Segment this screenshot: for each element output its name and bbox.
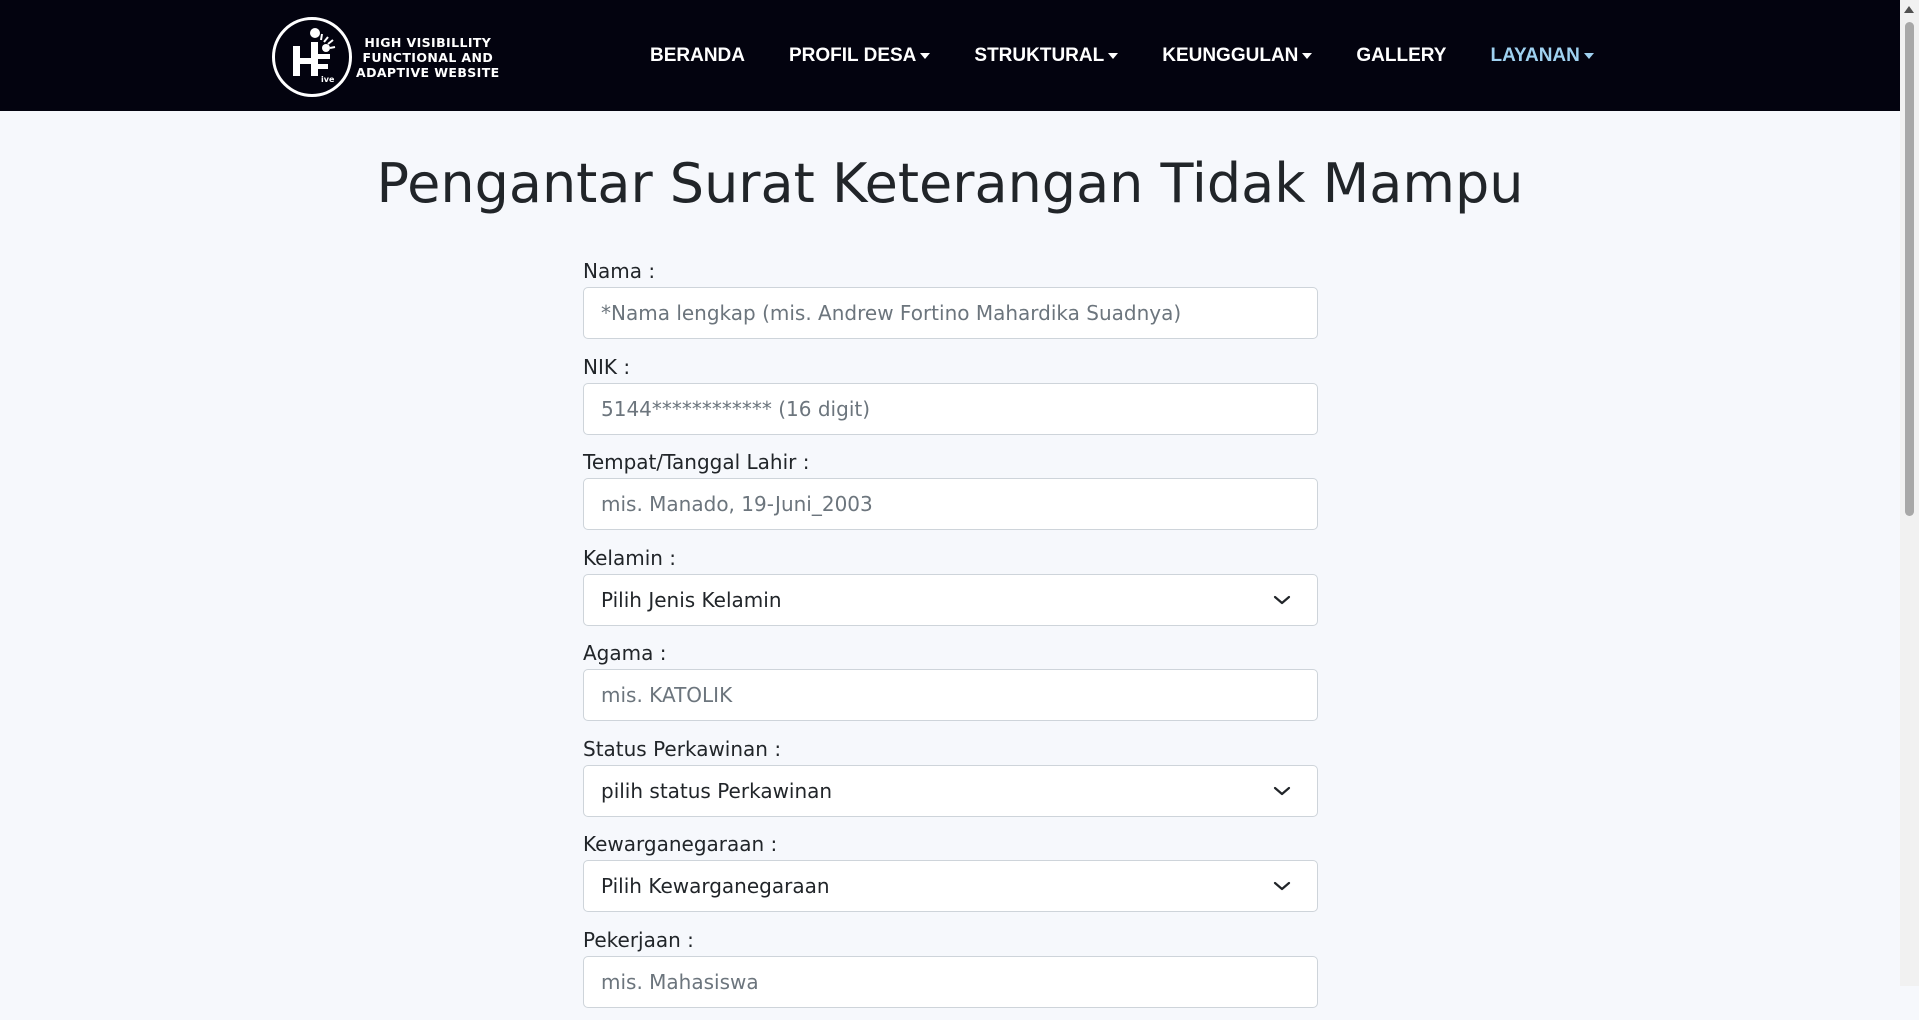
nik-label: NIK : bbox=[583, 352, 1318, 383]
form-group-status-perkawinan: Status Perkawinan : pilih status Perkawi… bbox=[583, 734, 1318, 830]
form-group-kewarganegaraan: Kewarganegaraan : Pilih Kewarganegaraan bbox=[583, 829, 1318, 925]
form-group-agama: Agama : bbox=[583, 638, 1318, 734]
nav-item-layanan[interactable]: LAYANAN bbox=[1490, 45, 1593, 67]
ttl-label: Tempat/Tanggal Lahir : bbox=[583, 447, 1318, 478]
svg-text:ive: ive bbox=[321, 75, 335, 84]
logo-line: FUNCTIONAL AND bbox=[356, 50, 500, 65]
nav-item-label: BERANDA bbox=[650, 45, 745, 67]
scroll-up-arrow-icon[interactable] bbox=[1904, 6, 1914, 13]
nik-input[interactable] bbox=[583, 383, 1318, 435]
nav-item-beranda[interactable]: BERANDA bbox=[650, 45, 745, 67]
logo-text: HIGH VISIBILLITY FUNCTIONAL AND ADAPTIVE… bbox=[356, 35, 500, 80]
nav-menu: BERANDA PROFIL DESA STRUKTURAL KEUNGGULA… bbox=[650, 0, 1594, 111]
nav-item-label: LAYANAN bbox=[1490, 45, 1579, 67]
caret-down-icon bbox=[1108, 53, 1118, 59]
pekerjaan-label: Pekerjaan : bbox=[583, 925, 1318, 956]
sktm-form: Nama : NIK : Tempat/Tanggal Lahir : Kela… bbox=[583, 256, 1318, 1020]
site-logo[interactable]: ive HIGH VISIBILLITY FUNCTIONAL AND ADAP… bbox=[272, 17, 500, 97]
form-group-pekerjaan: Pekerjaan : bbox=[583, 925, 1318, 1020]
nav-item-keunggulan[interactable]: KEUNGGULAN bbox=[1162, 45, 1312, 67]
nav-item-label: STRUKTURAL bbox=[974, 45, 1104, 67]
form-group-kelamin: Kelamin : Pilih Jenis Kelamin bbox=[583, 543, 1318, 639]
caret-down-icon bbox=[1584, 53, 1594, 59]
status-perkawinan-select[interactable]: pilih status Perkawinan bbox=[583, 765, 1318, 817]
caret-down-icon bbox=[920, 53, 930, 59]
kelamin-select[interactable]: Pilih Jenis Kelamin bbox=[583, 574, 1318, 626]
vertical-scrollbar[interactable] bbox=[1900, 0, 1919, 986]
form-group-nama: Nama : bbox=[583, 256, 1318, 352]
nav-item-label: PROFIL DESA bbox=[789, 45, 916, 67]
kewarganegaraan-label: Kewarganegaraan : bbox=[583, 829, 1318, 860]
status-perkawinan-label: Status Perkawinan : bbox=[583, 734, 1318, 765]
caret-down-icon bbox=[1302, 53, 1312, 59]
ttl-input[interactable] bbox=[583, 478, 1318, 530]
kelamin-selected-value: Pilih Jenis Kelamin bbox=[601, 588, 782, 612]
nav-item-profil-desa[interactable]: PROFIL DESA bbox=[789, 45, 930, 67]
kewarganegaraan-selected-value: Pilih Kewarganegaraan bbox=[601, 874, 830, 898]
nav-item-label: GALLERY bbox=[1356, 45, 1446, 67]
chevron-down-icon bbox=[1273, 786, 1291, 796]
nama-input[interactable] bbox=[583, 287, 1318, 339]
form-group-nik: NIK : bbox=[583, 352, 1318, 448]
kelamin-label: Kelamin : bbox=[583, 543, 1318, 574]
navbar: ive HIGH VISIBILLITY FUNCTIONAL AND ADAP… bbox=[0, 0, 1900, 111]
agama-input[interactable] bbox=[583, 669, 1318, 721]
nama-label: Nama : bbox=[583, 256, 1318, 287]
logo-line: ADAPTIVE WEBSITE bbox=[356, 65, 500, 80]
form-group-ttl: Tempat/Tanggal Lahir : bbox=[583, 447, 1318, 543]
nav-item-struktural[interactable]: STRUKTURAL bbox=[974, 45, 1118, 67]
chevron-down-icon bbox=[1273, 595, 1291, 605]
page-title: Pengantar Surat Keterangan Tidak Mampu bbox=[0, 152, 1900, 215]
logo-line: HIGH VISIBILLITY bbox=[356, 35, 500, 50]
agama-label: Agama : bbox=[583, 638, 1318, 669]
pekerjaan-input[interactable] bbox=[583, 956, 1318, 1008]
nav-item-gallery[interactable]: GALLERY bbox=[1356, 45, 1446, 67]
hifive-logo-icon: ive bbox=[272, 17, 352, 97]
scrollbar-thumb[interactable] bbox=[1905, 22, 1914, 516]
nav-item-label: KEUNGGULAN bbox=[1162, 45, 1298, 67]
status-perkawinan-selected-value: pilih status Perkawinan bbox=[601, 779, 832, 803]
chevron-down-icon bbox=[1273, 881, 1291, 891]
kewarganegaraan-select[interactable]: Pilih Kewarganegaraan bbox=[583, 860, 1318, 912]
